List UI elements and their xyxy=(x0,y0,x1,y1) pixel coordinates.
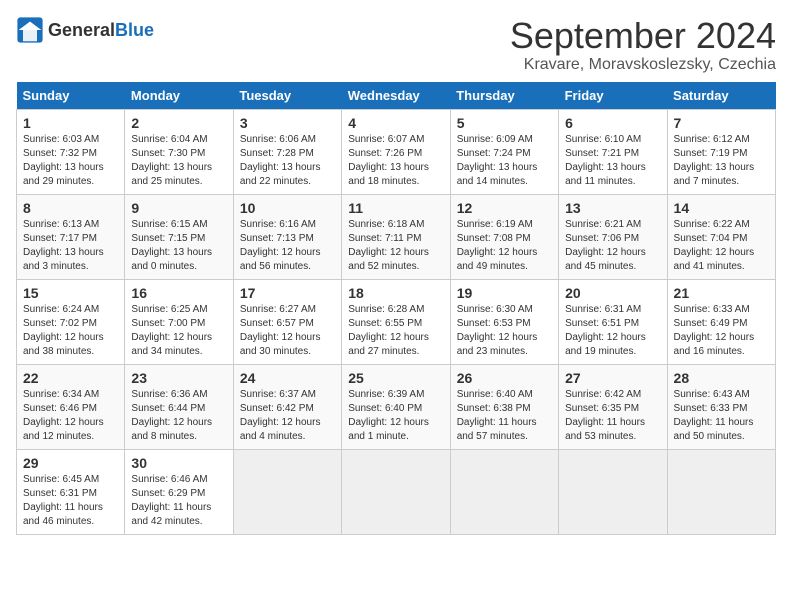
day-cell: 16Sunrise: 6:25 AMSunset: 7:00 PMDayligh… xyxy=(125,279,233,364)
day-cell: 6Sunrise: 6:10 AMSunset: 7:21 PMDaylight… xyxy=(559,109,667,194)
col-tuesday: Tuesday xyxy=(233,82,341,110)
col-saturday: Saturday xyxy=(667,82,775,110)
day-cell: 28Sunrise: 6:43 AMSunset: 6:33 PMDayligh… xyxy=(667,364,775,449)
day-cell: 2Sunrise: 6:04 AMSunset: 7:30 PMDaylight… xyxy=(125,109,233,194)
title-block: September 2024 Kravare, Moravskoslezsky,… xyxy=(510,16,776,74)
day-cell: 21Sunrise: 6:33 AMSunset: 6:49 PMDayligh… xyxy=(667,279,775,364)
col-sunday: Sunday xyxy=(17,82,125,110)
calendar-row: 8Sunrise: 6:13 AMSunset: 7:17 PMDaylight… xyxy=(17,194,776,279)
logo-general: General xyxy=(48,20,115,41)
calendar-row: 22Sunrise: 6:34 AMSunset: 6:46 PMDayligh… xyxy=(17,364,776,449)
location-title: Kravare, Moravskoslezsky, Czechia xyxy=(510,56,776,74)
month-title: September 2024 xyxy=(510,16,776,56)
logo-text: General Blue xyxy=(48,20,154,41)
day-cell: 12Sunrise: 6:19 AMSunset: 7:08 PMDayligh… xyxy=(450,194,558,279)
day-cell: 13Sunrise: 6:21 AMSunset: 7:06 PMDayligh… xyxy=(559,194,667,279)
day-cell: 23Sunrise: 6:36 AMSunset: 6:44 PMDayligh… xyxy=(125,364,233,449)
day-cell: 1Sunrise: 6:03 AMSunset: 7:32 PMDaylight… xyxy=(17,109,125,194)
day-cell: 14Sunrise: 6:22 AMSunset: 7:04 PMDayligh… xyxy=(667,194,775,279)
empty-cell xyxy=(559,449,667,534)
day-cell: 9Sunrise: 6:15 AMSunset: 7:15 PMDaylight… xyxy=(125,194,233,279)
calendar-row: 1Sunrise: 6:03 AMSunset: 7:32 PMDaylight… xyxy=(17,109,776,194)
day-cell: 11Sunrise: 6:18 AMSunset: 7:11 PMDayligh… xyxy=(342,194,450,279)
empty-cell xyxy=(667,449,775,534)
day-cell: 24Sunrise: 6:37 AMSunset: 6:42 PMDayligh… xyxy=(233,364,341,449)
logo: General Blue xyxy=(16,16,154,44)
day-cell: 8Sunrise: 6:13 AMSunset: 7:17 PMDaylight… xyxy=(17,194,125,279)
col-thursday: Thursday xyxy=(450,82,558,110)
col-friday: Friday xyxy=(559,82,667,110)
day-cell: 15Sunrise: 6:24 AMSunset: 7:02 PMDayligh… xyxy=(17,279,125,364)
day-cell: 22Sunrise: 6:34 AMSunset: 6:46 PMDayligh… xyxy=(17,364,125,449)
day-cell: 29Sunrise: 6:45 AMSunset: 6:31 PMDayligh… xyxy=(17,449,125,534)
day-cell: 25Sunrise: 6:39 AMSunset: 6:40 PMDayligh… xyxy=(342,364,450,449)
day-cell: 10Sunrise: 6:16 AMSunset: 7:13 PMDayligh… xyxy=(233,194,341,279)
day-cell: 4Sunrise: 6:07 AMSunset: 7:26 PMDaylight… xyxy=(342,109,450,194)
header-row: Sunday Monday Tuesday Wednesday Thursday… xyxy=(17,82,776,110)
page-header: General Blue September 2024 Kravare, Mor… xyxy=(16,16,776,74)
day-cell: 17Sunrise: 6:27 AMSunset: 6:57 PMDayligh… xyxy=(233,279,341,364)
day-cell: 26Sunrise: 6:40 AMSunset: 6:38 PMDayligh… xyxy=(450,364,558,449)
day-cell: 30Sunrise: 6:46 AMSunset: 6:29 PMDayligh… xyxy=(125,449,233,534)
col-wednesday: Wednesday xyxy=(342,82,450,110)
calendar-row: 15Sunrise: 6:24 AMSunset: 7:02 PMDayligh… xyxy=(17,279,776,364)
empty-cell xyxy=(233,449,341,534)
calendar-table: Sunday Monday Tuesday Wednesday Thursday… xyxy=(16,82,776,535)
day-cell: 3Sunrise: 6:06 AMSunset: 7:28 PMDaylight… xyxy=(233,109,341,194)
day-cell: 18Sunrise: 6:28 AMSunset: 6:55 PMDayligh… xyxy=(342,279,450,364)
col-monday: Monday xyxy=(125,82,233,110)
day-cell: 7Sunrise: 6:12 AMSunset: 7:19 PMDaylight… xyxy=(667,109,775,194)
empty-cell xyxy=(342,449,450,534)
day-cell: 20Sunrise: 6:31 AMSunset: 6:51 PMDayligh… xyxy=(559,279,667,364)
day-cell: 19Sunrise: 6:30 AMSunset: 6:53 PMDayligh… xyxy=(450,279,558,364)
day-cell: 27Sunrise: 6:42 AMSunset: 6:35 PMDayligh… xyxy=(559,364,667,449)
logo-icon xyxy=(16,16,44,44)
day-cell: 5Sunrise: 6:09 AMSunset: 7:24 PMDaylight… xyxy=(450,109,558,194)
empty-cell xyxy=(450,449,558,534)
calendar-row: 29Sunrise: 6:45 AMSunset: 6:31 PMDayligh… xyxy=(17,449,776,534)
logo-blue: Blue xyxy=(115,20,154,41)
